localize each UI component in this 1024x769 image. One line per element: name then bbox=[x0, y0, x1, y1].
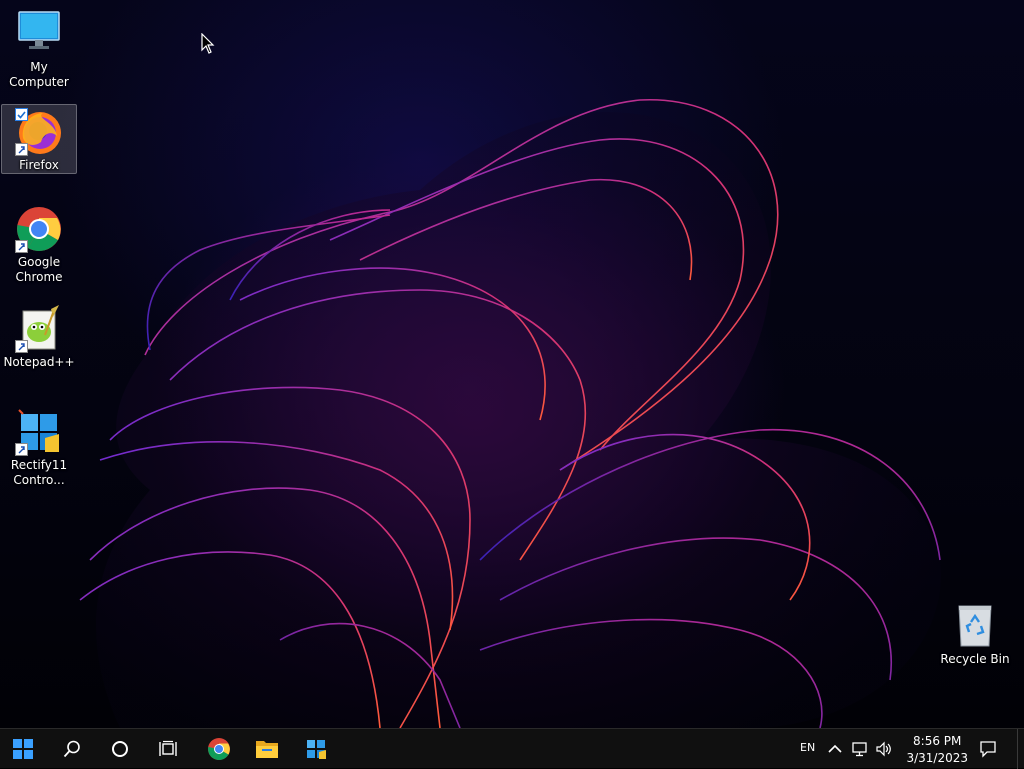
desktop-icon-notepad-plus-plus[interactable]: Notepad++ bbox=[1, 305, 77, 370]
desktop-icon-label: Firefox bbox=[19, 158, 59, 172]
desktop-wallpaper[interactable]: My Computer Firefox Google Chrome Notepa… bbox=[0, 0, 1024, 728]
desktop-icon-recycle-bin[interactable]: Recycle Bin bbox=[937, 602, 1013, 667]
taskbar-chrome-button[interactable] bbox=[203, 733, 235, 765]
notification-icon bbox=[980, 741, 996, 758]
desktop-icon-google-chrome[interactable]: Google Chrome bbox=[1, 205, 77, 285]
clock-date: 3/31/2023 bbox=[906, 751, 968, 765]
task-view-icon bbox=[159, 740, 177, 756]
search-button[interactable] bbox=[56, 733, 88, 765]
file-explorer-icon bbox=[256, 741, 278, 758]
start-button[interactable] bbox=[7, 733, 39, 765]
volume-icon bbox=[876, 741, 891, 757]
show-desktop-button[interactable] bbox=[1017, 729, 1024, 769]
shortcut-arrow-icon bbox=[15, 143, 28, 156]
rectify11-icon bbox=[15, 408, 63, 456]
taskbar: EN 8:56 PM 3/31/2023 bbox=[0, 728, 1024, 769]
desktop-icon-firefox[interactable]: Firefox bbox=[1, 104, 77, 174]
clock-time: 8:56 PM bbox=[913, 734, 962, 748]
shortcut-arrow-icon bbox=[15, 340, 28, 353]
desktop-icon-rectify11-control[interactable]: Rectify11 Contro... bbox=[1, 408, 77, 488]
recycle-bin-icon bbox=[951, 602, 999, 650]
start-icon bbox=[13, 739, 33, 759]
notepad-plus-plus-icon bbox=[15, 305, 63, 353]
show-hidden-icons-button[interactable] bbox=[823, 733, 847, 765]
language-indicator[interactable]: EN bbox=[800, 741, 815, 754]
taskbar-rectify11-button[interactable] bbox=[300, 733, 332, 765]
shortcut-arrow-icon bbox=[15, 240, 28, 253]
wallpaper-bloom-art bbox=[79, 99, 941, 728]
firefox-icon bbox=[15, 108, 63, 156]
checkbox-icon[interactable] bbox=[15, 108, 28, 121]
chevron-up-icon bbox=[828, 744, 842, 753]
shortcut-arrow-icon bbox=[15, 443, 28, 456]
desktop-icon-label: Recycle Bin bbox=[940, 652, 1010, 666]
taskbar-file-explorer-button[interactable] bbox=[251, 733, 283, 765]
task-view-button[interactable] bbox=[152, 733, 184, 765]
network-icon bbox=[852, 742, 867, 757]
cortana-icon bbox=[112, 741, 128, 757]
desktop-icon-label: Notepad++ bbox=[3, 355, 75, 369]
monitor-icon bbox=[15, 10, 63, 58]
desktop-icon-label: Google Chrome bbox=[15, 255, 63, 284]
network-button[interactable] bbox=[848, 733, 872, 765]
volume-button[interactable] bbox=[872, 733, 896, 765]
action-center-button[interactable] bbox=[972, 733, 1004, 765]
chrome-icon bbox=[15, 205, 63, 253]
chrome-icon bbox=[208, 738, 230, 760]
desktop-icon-my-computer[interactable]: My Computer bbox=[1, 10, 77, 90]
cortana-button[interactable] bbox=[104, 733, 136, 765]
taskbar-clock[interactable]: 8:56 PM 3/31/2023 bbox=[906, 733, 968, 767]
desktop-icon-label: My Computer bbox=[9, 60, 69, 89]
mouse-cursor-icon bbox=[201, 33, 215, 54]
rectify11-icon bbox=[307, 740, 326, 759]
search-icon bbox=[63, 740, 80, 758]
desktop-icon-label: Rectify11 Contro... bbox=[10, 458, 68, 487]
